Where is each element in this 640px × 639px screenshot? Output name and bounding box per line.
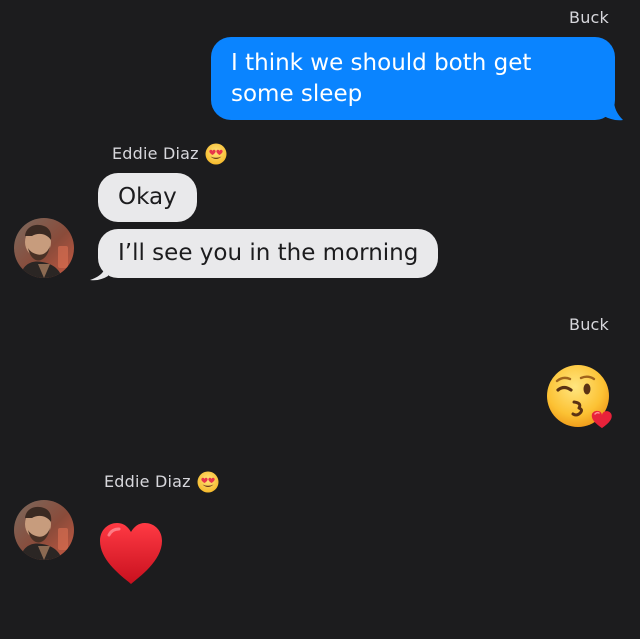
message-text: I’ll see you in the morning [118, 240, 419, 266]
sender-name-buck: Buck [569, 8, 609, 27]
sender-name-buck: Buck [569, 315, 609, 334]
kissing-face-with-heart-emoji-icon[interactable] [546, 364, 614, 432]
outgoing-message-bubble[interactable]: I think we should both get some sleep [211, 37, 615, 120]
sender-name-eddie: Eddie Diaz [104, 472, 191, 491]
contact-photo-icon [14, 218, 74, 278]
incoming-message-bubble[interactable]: Okay [98, 173, 197, 222]
red-heart-emoji-icon[interactable] [97, 521, 165, 587]
contact-photo-icon [14, 500, 74, 560]
message-text: Okay [118, 184, 177, 210]
message-text: I think we should both get some sleep [231, 50, 532, 107]
heart-eyes-emoji-icon [205, 143, 227, 165]
avatar[interactable] [14, 500, 74, 560]
incoming-bubble-tail [90, 262, 108, 281]
incoming-message-bubble[interactable]: I’ll see you in the morning [98, 229, 439, 278]
outgoing-bubble-tail [596, 100, 623, 121]
sender-name-eddie: Eddie Diaz [112, 144, 199, 163]
avatar[interactable] [14, 218, 74, 278]
heart-eyes-emoji-icon [197, 471, 219, 493]
